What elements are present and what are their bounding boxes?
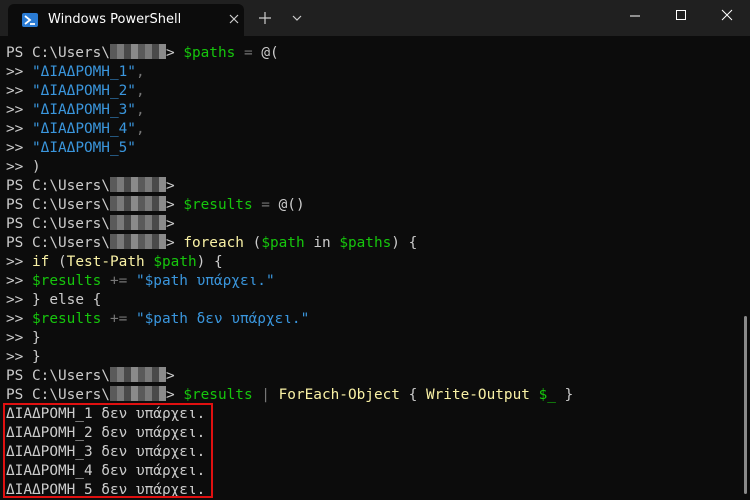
console-line: PS C:\Users\ > $paths = @(	[6, 44, 279, 61]
console-line: >> )	[6, 159, 41, 175]
tab-title: Windows PowerShell	[48, 12, 182, 27]
console-line: >> $results += "$path υπάρχει."	[6, 273, 275, 289]
close-icon[interactable]	[226, 11, 242, 27]
redacted-username	[109, 196, 166, 211]
terminal-window: Windows PowerShell PS C:\Users\ > $paths …	[0, 0, 750, 500]
console-line: >> "ΔΙΑΔΡΟΜΗ_2",	[6, 83, 145, 99]
console-line: PS C:\Users\ > $results = @()	[6, 196, 305, 213]
console-line: >> }	[6, 330, 41, 346]
console-line: PS C:\Users\ >	[6, 215, 175, 232]
console-line: PS C:\Users\ >	[6, 177, 175, 194]
redacted-username	[109, 177, 166, 192]
chevron-down-icon[interactable]	[288, 9, 306, 27]
redacted-username	[109, 215, 166, 230]
vertical-scrollbar[interactable]	[741, 36, 750, 500]
console-line: >> } else {	[6, 292, 102, 308]
console-line: >> "ΔΙΑΔΡΟΜΗ_4",	[6, 121, 145, 137]
minimize-button[interactable]	[612, 0, 658, 32]
console-line: >> if (Test-Path $path) {	[6, 254, 223, 270]
tab-windows-powershell[interactable]: Windows PowerShell	[8, 4, 244, 36]
console-line: PS C:\Users\ > foreach ($path in $paths) …	[6, 234, 418, 251]
console-line: >> "ΔΙΑΔΡΟΜΗ_1",	[6, 64, 145, 80]
redacted-username	[109, 234, 166, 249]
redacted-username	[109, 386, 166, 401]
console-line: PS C:\Users\ >	[6, 367, 175, 384]
console-line: >> "ΔΙΑΔΡΟΜΗ_5"	[6, 140, 136, 156]
scrollbar-thumb[interactable]	[744, 316, 747, 494]
console-line: >> "ΔΙΑΔΡΟΜΗ_3",	[6, 102, 145, 118]
maximize-button[interactable]	[658, 0, 704, 32]
window-close-button[interactable]	[704, 0, 750, 32]
console-line: >> $results += "$path δεν υπάρχει."	[6, 311, 310, 327]
redacted-username	[109, 367, 166, 382]
redacted-username	[109, 44, 166, 59]
console-line: >> }	[6, 349, 41, 365]
powershell-icon	[22, 13, 38, 27]
output-highlight-box	[3, 403, 213, 498]
title-bar[interactable]: Windows PowerShell	[0, 0, 750, 36]
plus-icon[interactable]	[256, 9, 274, 27]
